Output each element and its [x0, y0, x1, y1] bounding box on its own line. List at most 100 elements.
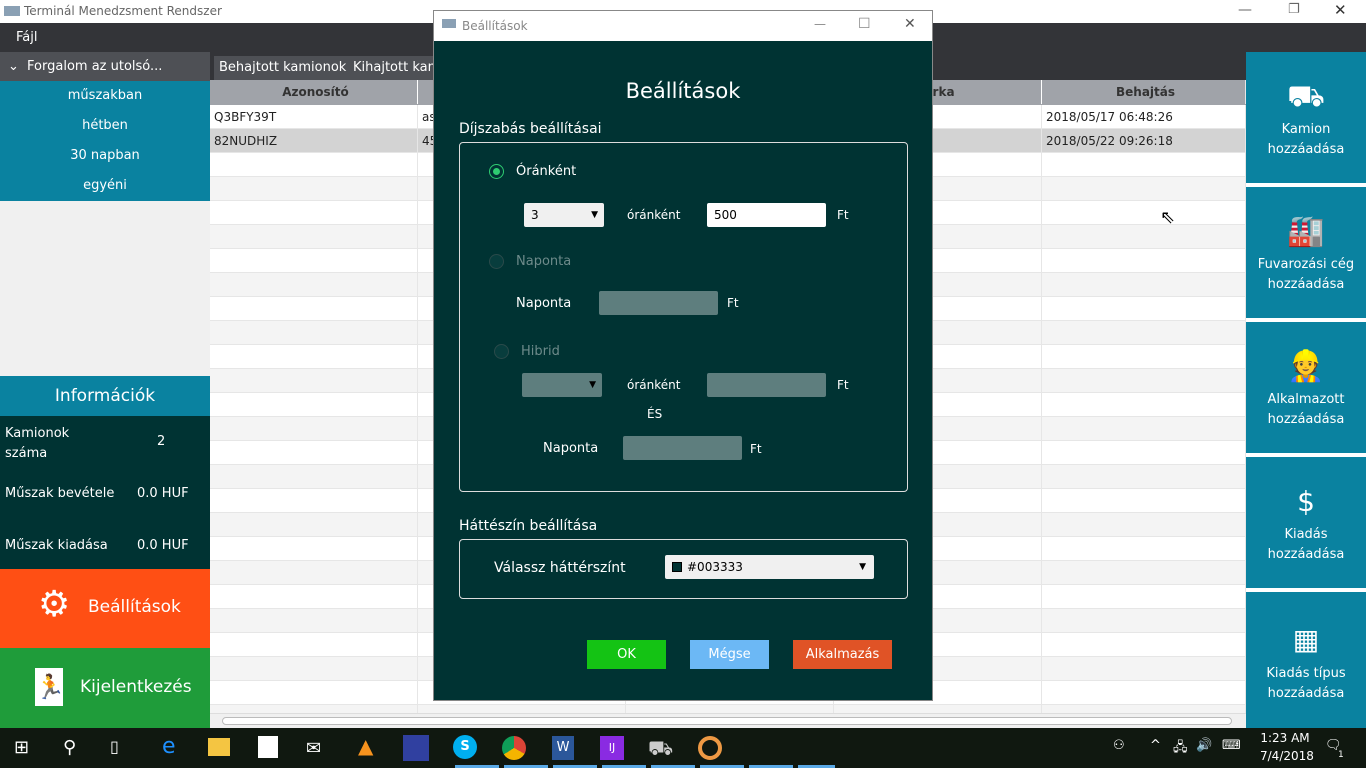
table-cell — [210, 585, 418, 609]
table-cell — [210, 681, 418, 705]
daily-price-input[interactable] — [599, 291, 718, 315]
truck-app-icon[interactable]: ⛟ — [648, 736, 673, 763]
network-icon[interactable]: 🖧 — [1173, 738, 1188, 760]
hybrid-daily-input[interactable] — [623, 436, 742, 460]
add-truck-button[interactable]: ⛟ Kamion hozzáadása — [1246, 52, 1366, 183]
horizontal-scrollbar[interactable] — [210, 713, 1246, 728]
settings-button[interactable]: ⚙ Beállítások — [0, 569, 210, 648]
settings-dialog: Beállítások — ☐ ✕ Beállítások Díjszabás … — [433, 10, 933, 701]
period-custom[interactable]: egyéni — [0, 171, 210, 201]
column-header-id[interactable]: Azonosító — [210, 80, 418, 104]
dialog-heading: Beállítások — [625, 79, 741, 103]
period-shift[interactable]: műszakban — [0, 81, 210, 111]
info-value-expense: 0.0 HUF — [137, 538, 189, 553]
table-cell: 2018/05/17 06:48:26 — [1042, 105, 1246, 129]
people-icon[interactable]: ⚇ — [1113, 738, 1125, 753]
table-cell — [210, 441, 418, 465]
table-cell — [210, 417, 418, 441]
add-employee-label: Alkalmazott hozzáadása — [1267, 392, 1345, 427]
close-button[interactable]: ✕ — [1334, 1, 1347, 19]
color-swatch — [672, 562, 682, 572]
bg-label: Válassz háttérszínt — [494, 560, 626, 576]
chevron-down-icon: ▼ — [589, 380, 596, 390]
add-truck-label: Kamion hozzáadása — [1267, 122, 1345, 157]
bg-color-picker[interactable]: #003333 ▼ — [665, 555, 874, 579]
clock-date[interactable]: 7/4/2018 — [1260, 749, 1314, 763]
gear-icon: ⚙ — [38, 584, 71, 625]
truck-icon — [442, 19, 456, 28]
table-cell — [210, 321, 418, 345]
chrome-icon[interactable] — [502, 736, 526, 760]
hybrid-unit: Ft — [837, 378, 849, 392]
table-cell — [210, 369, 418, 393]
add-expense-type-button[interactable]: ▦ Kiadás típus hozzáadása — [1246, 592, 1366, 728]
left-sidebar: ⌄ Forgalom az utolsó... műszakban hétben… — [0, 52, 210, 728]
add-employee-button[interactable]: 👷 Alkalmazott hozzáadása — [1246, 322, 1366, 453]
period-week[interactable]: hétben — [0, 111, 210, 141]
table-cell — [1042, 465, 1246, 489]
add-expense-label: Kiadás hozzáadása — [1267, 527, 1345, 562]
logout-button[interactable]: 🏃 Kijelentkezés — [0, 648, 210, 728]
apply-button[interactable]: Alkalmazás — [793, 640, 892, 669]
info-label-income: Műszak bevétele — [5, 486, 115, 501]
show-hidden-icons[interactable]: ^ — [1150, 738, 1161, 753]
edge-icon[interactable]: e — [162, 734, 176, 759]
intellij-icon[interactable]: IJ — [600, 736, 624, 760]
table-cell — [1042, 561, 1246, 585]
radio-hourly[interactable] — [489, 164, 504, 179]
mail-icon[interactable]: ✉ — [306, 738, 321, 759]
store-icon[interactable] — [258, 736, 278, 758]
search-icon[interactable]: ⚲ — [63, 737, 76, 758]
file-explorer-icon[interactable] — [208, 738, 230, 756]
ok-button[interactable]: OK — [587, 640, 666, 669]
hourly-per-label: óránként — [627, 208, 681, 222]
chevron-down-icon: ▼ — [859, 562, 866, 572]
radio-hybrid-label: Hibrid — [521, 344, 560, 359]
word-icon[interactable]: W — [552, 736, 574, 760]
table-cell — [1042, 249, 1246, 273]
accordion-header[interactable]: ⌄ Forgalom az utolsó... — [0, 52, 210, 81]
info-title: Információk — [0, 376, 210, 416]
minimize-button[interactable]: — — [1238, 2, 1252, 18]
table-cell — [1042, 537, 1246, 561]
period-30days[interactable]: 30 napban — [0, 141, 210, 171]
table-cell — [210, 345, 418, 369]
tab-entered-trucks[interactable]: Behajtott kamionok — [214, 56, 352, 80]
column-header-entry[interactable]: Behajtás — [1042, 80, 1246, 104]
add-expense-button[interactable]: $ Kiadás hozzáadása — [1246, 457, 1366, 588]
add-company-label: Fuvarozási cég hozzáadása — [1257, 257, 1355, 292]
dialog-minimize-button[interactable]: — — [814, 17, 826, 31]
hybrid-hours-select[interactable]: ▼ — [522, 373, 602, 397]
table-cell — [1042, 321, 1246, 345]
radio-hybrid[interactable] — [494, 344, 509, 359]
exit-icon: 🏃 — [35, 668, 65, 706]
cancel-button[interactable]: Mégse — [690, 640, 769, 669]
daily-unit: Ft — [727, 296, 739, 310]
task-view-icon[interactable]: ▯ — [110, 737, 119, 756]
dialog-close-button[interactable]: ✕ — [904, 16, 916, 32]
clock-time[interactable]: 1:23 AM — [1260, 731, 1310, 745]
radio-daily[interactable] — [489, 254, 504, 269]
table-cell — [1042, 177, 1246, 201]
tab-exited-trucks[interactable]: Kihajtott kam — [348, 56, 446, 80]
add-company-button[interactable]: 🏭 Fuvarozási cég hozzáadása — [1246, 187, 1366, 318]
table-cell — [210, 609, 418, 633]
vlc-icon[interactable]: ▲ — [358, 734, 373, 758]
hourly-price-input[interactable]: 500 — [707, 203, 826, 227]
pricing-title: Díjszabás beállításai — [459, 121, 602, 137]
dialog-maximize-button[interactable]: ☐ — [858, 16, 871, 32]
menu-file[interactable]: Fájl — [16, 30, 37, 45]
floppy-app-icon[interactable] — [403, 735, 429, 761]
hours-select[interactable]: 3 ▼ — [524, 203, 604, 227]
table-cell — [210, 561, 418, 585]
color-app-icon[interactable] — [698, 736, 722, 760]
keyboard-icon[interactable]: ⌨ — [1222, 738, 1241, 753]
windows-start-icon[interactable]: ⊞ — [14, 737, 29, 758]
skype-icon[interactable]: S — [453, 735, 477, 759]
table-cell — [1042, 633, 1246, 657]
info-value-income: 0.0 HUF — [137, 486, 189, 501]
restore-button[interactable]: ❐ — [1288, 2, 1300, 17]
hybrid-hourly-input[interactable] — [707, 373, 826, 397]
volume-icon[interactable]: 🔊 — [1196, 738, 1212, 753]
table-cell — [1042, 441, 1246, 465]
